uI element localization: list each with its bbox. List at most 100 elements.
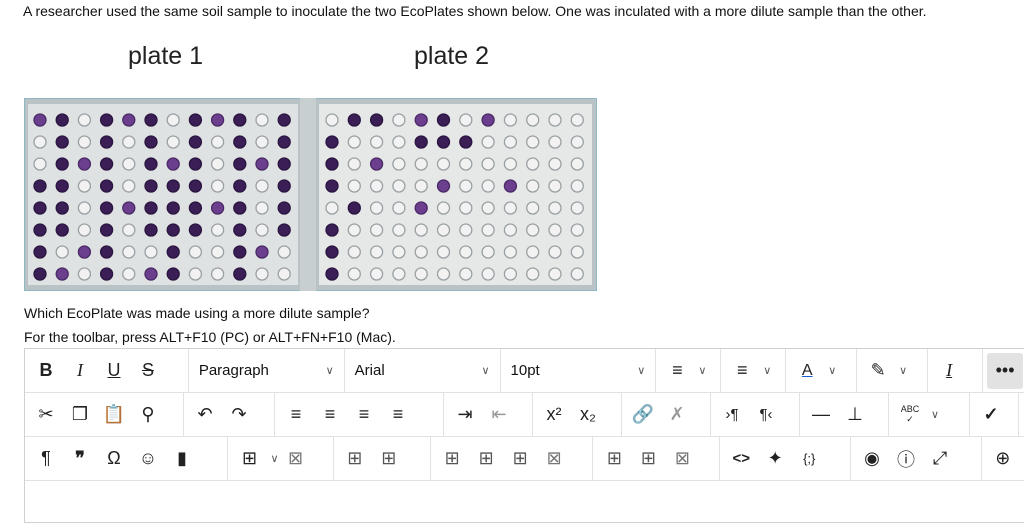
- accessibility-icon[interactable]: ✦: [758, 441, 792, 477]
- indent-icon[interactable]: ⇥: [448, 397, 482, 433]
- plate-well: [166, 113, 180, 127]
- plate-well: [414, 267, 428, 281]
- find-icon[interactable]: ⚲: [131, 397, 165, 433]
- quote-icon[interactable]: ❞: [63, 441, 97, 477]
- block-format-select[interactable]: Paragraph ∨: [189, 349, 345, 392]
- plate-well: [166, 245, 180, 259]
- paragraph-icon[interactable]: ¶: [29, 441, 63, 477]
- table-col-before-icon[interactable]: ⊞: [338, 441, 372, 477]
- plate-well: [33, 223, 47, 237]
- fullscreen-icon[interactable]: ⤢: [923, 441, 957, 477]
- bulleted-list-icon[interactable]: ≡: [660, 353, 694, 389]
- plate-well: [436, 267, 451, 281]
- rtl-icon[interactable]: ¶‹: [749, 397, 783, 433]
- font-family-select[interactable]: Arial ∨: [345, 349, 501, 392]
- plate-well: [188, 267, 203, 281]
- plate-well: [414, 135, 428, 149]
- plate-well: [188, 157, 203, 171]
- chevron-down-icon[interactable]: ∨: [899, 364, 907, 377]
- plate-well: [436, 201, 451, 215]
- special-char-icon[interactable]: Ω: [97, 441, 131, 477]
- clear-formatting-icon[interactable]: I: [932, 353, 966, 389]
- table-col-after-icon[interactable]: ⊞: [372, 441, 406, 477]
- unlink-icon[interactable]: ✗: [660, 397, 694, 433]
- chevron-down-icon[interactable]: ∨: [828, 364, 836, 377]
- table-delete-icon[interactable]: ⊠: [279, 441, 313, 477]
- plate-well: [233, 157, 247, 171]
- copy-icon[interactable]: ❐: [63, 397, 97, 433]
- table-cell-group: ⊞ ⊞ ⊠: [593, 437, 721, 480]
- chevron-down-icon[interactable]: ∨: [698, 364, 706, 377]
- table-row-insert-icon[interactable]: ⊞: [503, 441, 537, 477]
- table-merge-icon[interactable]: ⊞: [597, 441, 631, 477]
- justify-icon[interactable]: ≡: [381, 397, 415, 433]
- plate-well: [369, 135, 384, 149]
- chevron-down-icon[interactable]: ∨: [931, 408, 939, 421]
- text-color-icon[interactable]: A: [790, 353, 824, 389]
- table-delete-col-icon[interactable]: ⊠: [665, 441, 699, 477]
- plate-well: [325, 135, 339, 149]
- more-icon[interactable]: •••: [987, 352, 1024, 389]
- plate-well: [325, 223, 339, 237]
- redo-icon[interactable]: ↷: [222, 397, 256, 433]
- italic-button[interactable]: I: [63, 353, 97, 389]
- plate-well: [99, 223, 114, 237]
- code-sample-icon[interactable]: {;}: [792, 441, 826, 477]
- help-icon[interactable]: ⓘ: [889, 441, 923, 477]
- emoji-icon[interactable]: ☺: [131, 441, 165, 477]
- math-icon[interactable]: ✓: [974, 397, 1008, 433]
- bookmark-icon[interactable]: ▮: [165, 441, 199, 477]
- plate-well: [210, 113, 225, 127]
- spellcheck-icon[interactable]: ABC ✓: [893, 397, 927, 433]
- plate-well: [459, 201, 473, 215]
- code-icon[interactable]: <>: [724, 441, 758, 477]
- align-center-icon[interactable]: ≡: [313, 397, 347, 433]
- plate-well: [347, 135, 361, 149]
- superscript-button[interactable]: x²: [537, 397, 571, 433]
- undo-icon[interactable]: ↶: [188, 397, 222, 433]
- plate-well: [414, 223, 428, 237]
- subscript-button[interactable]: x₂: [571, 397, 605, 433]
- table-split-icon[interactable]: ⊞: [631, 441, 665, 477]
- plate-well: [414, 179, 428, 193]
- chevron-down-icon[interactable]: ∨: [763, 364, 771, 377]
- strikethrough-button[interactable]: S: [131, 353, 165, 389]
- plate-well: [347, 201, 361, 215]
- add-icon[interactable]: ⊕: [986, 441, 1020, 477]
- plate-well: [188, 135, 203, 149]
- link-icon[interactable]: 🔗: [626, 397, 660, 433]
- plate-well: [459, 179, 473, 193]
- plate-well: [144, 201, 158, 215]
- plate-well: [414, 245, 428, 259]
- chevron-down-icon[interactable]: ∨: [270, 452, 278, 465]
- ltr-icon[interactable]: ›¶: [715, 397, 749, 433]
- plate-well: [548, 113, 562, 127]
- preview-icon[interactable]: ◉: [855, 441, 889, 477]
- cut-icon[interactable]: ✂: [29, 397, 63, 433]
- align-left-icon[interactable]: ≡: [279, 397, 313, 433]
- underline-button[interactable]: U: [97, 353, 131, 389]
- table-row-before-icon[interactable]: ⊞: [435, 441, 469, 477]
- plate-well: [210, 157, 225, 171]
- plate-well: [99, 135, 114, 149]
- plate-well: [55, 201, 69, 215]
- align-right-icon[interactable]: ≡: [347, 397, 381, 433]
- anchor-icon[interactable]: ⊥: [838, 397, 872, 433]
- highlight-icon[interactable]: ✎: [861, 353, 895, 389]
- outdent-icon[interactable]: ⇤: [482, 397, 516, 433]
- plate-well: [122, 223, 136, 237]
- horizontal-rule-icon[interactable]: —: [804, 397, 838, 433]
- plate-well: [526, 179, 540, 193]
- plate-well: [481, 201, 495, 215]
- table-icon[interactable]: ⊞: [232, 441, 266, 477]
- font-size-select[interactable]: 10pt ∨: [501, 349, 657, 392]
- table-delete-row-icon[interactable]: ⊠: [537, 441, 571, 477]
- plate-well: [503, 267, 518, 281]
- numbered-list-icon[interactable]: ≡: [725, 353, 759, 389]
- plate-well: [548, 223, 562, 237]
- bold-button[interactable]: B: [29, 353, 63, 389]
- plate-well: [255, 223, 269, 237]
- plate-well: [233, 179, 247, 193]
- table-row-after-icon[interactable]: ⊞: [469, 441, 503, 477]
- paste-icon[interactable]: 📋: [97, 397, 131, 433]
